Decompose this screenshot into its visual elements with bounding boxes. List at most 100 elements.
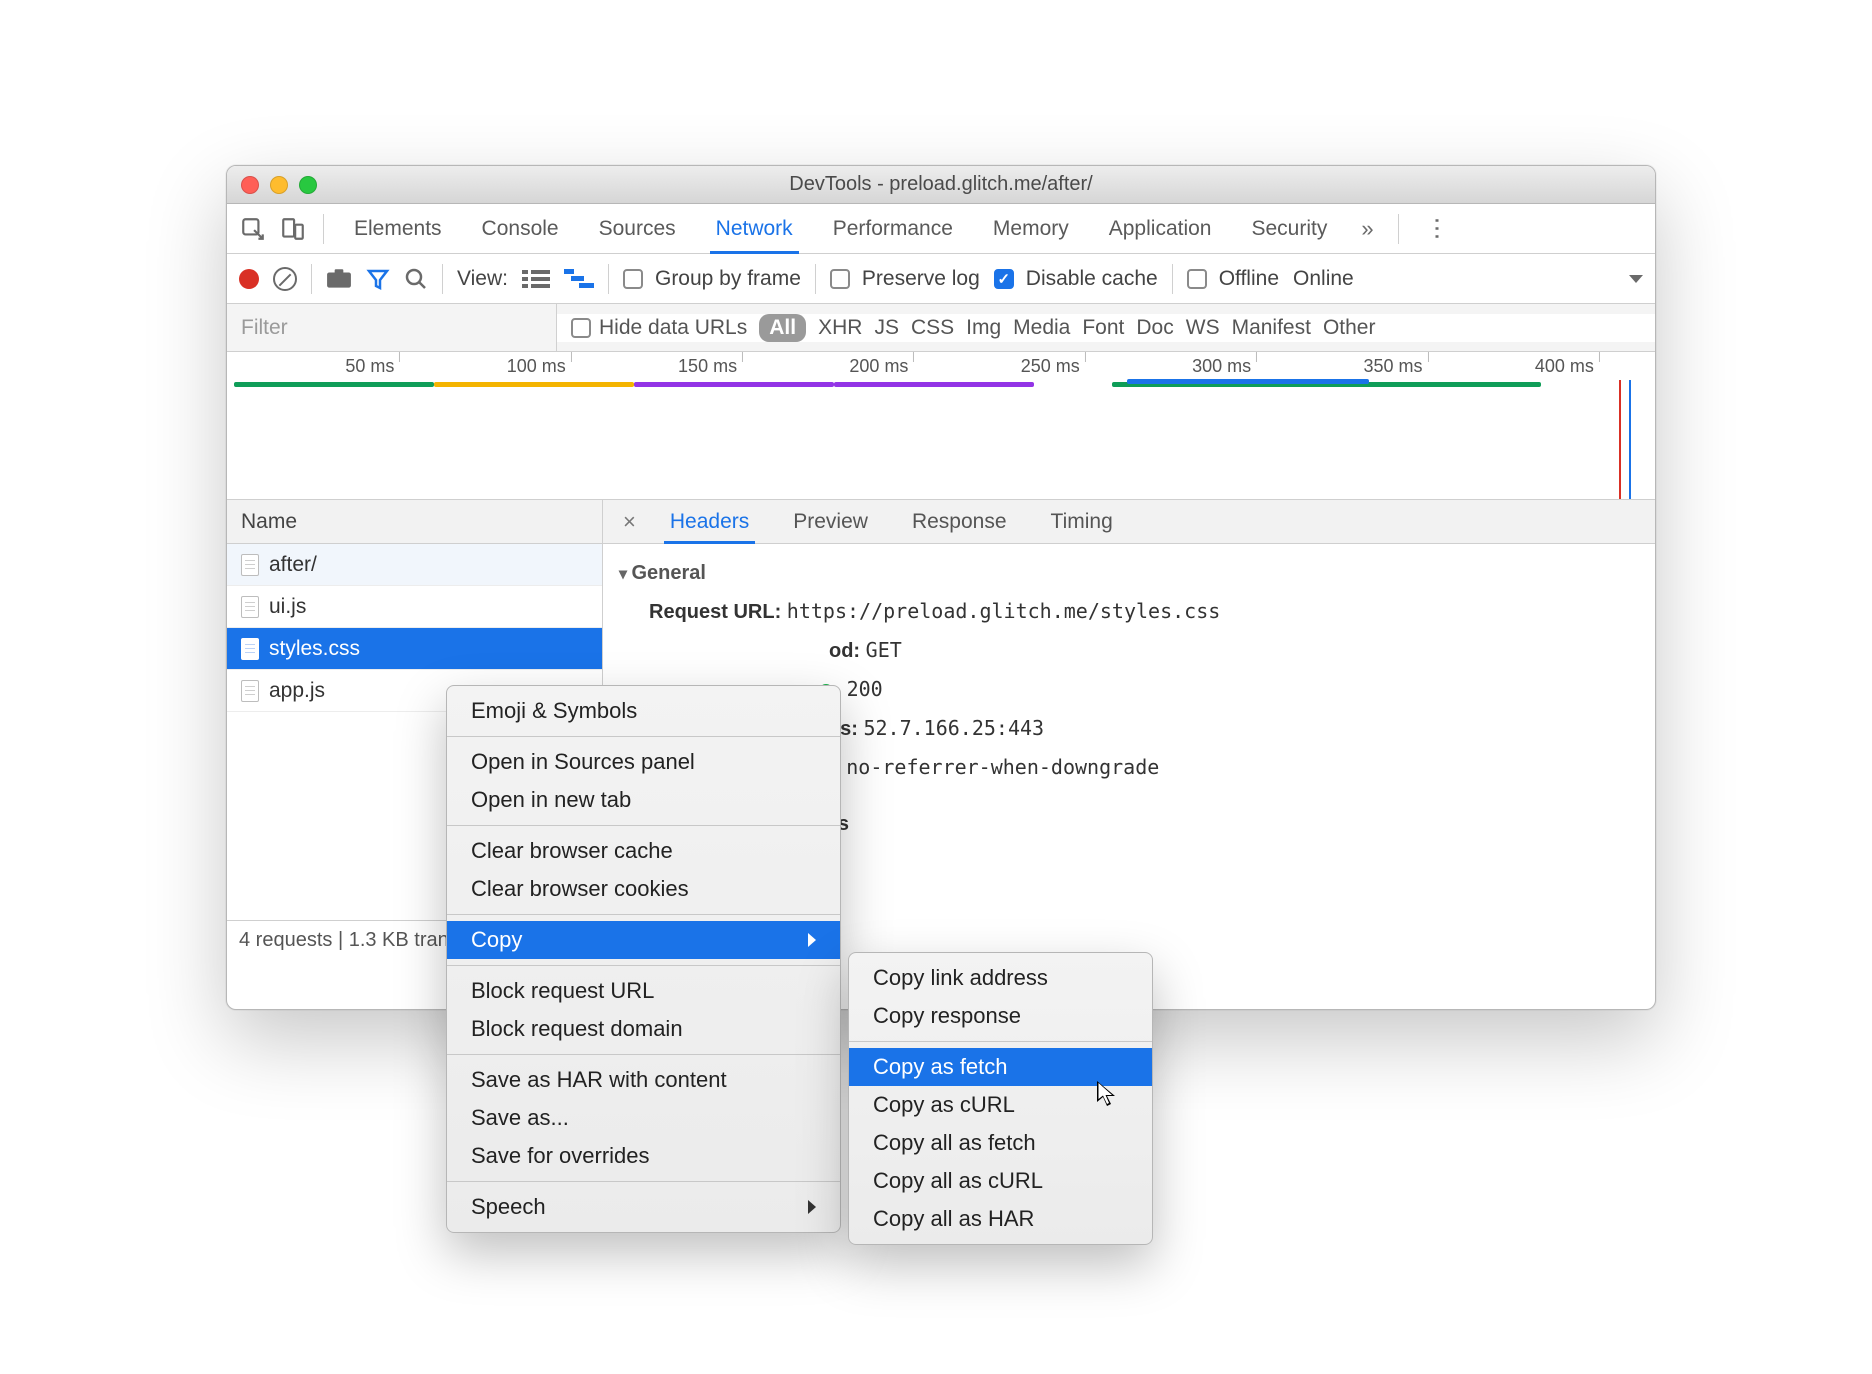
close-window-icon[interactable] xyxy=(241,176,259,194)
file-icon xyxy=(241,680,259,702)
filter-bar: Hide data URLs All XHR JS CSS Img Media … xyxy=(227,304,1655,352)
menu-item-open-new-tab[interactable]: Open in new tab xyxy=(447,781,840,819)
tick: 200 ms xyxy=(849,356,912,377)
detail-tab-preview[interactable]: Preview xyxy=(771,500,890,543)
tab-performance[interactable]: Performance xyxy=(813,204,973,253)
type-filter-xhr[interactable]: XHR xyxy=(818,316,862,340)
type-filter-other[interactable]: Other xyxy=(1323,316,1376,340)
request-name: ui.js xyxy=(269,595,306,619)
tick: 250 ms xyxy=(1021,356,1084,377)
search-icon[interactable] xyxy=(404,267,428,291)
menu-item-save-overrides[interactable]: Save for overrides xyxy=(447,1137,840,1175)
group-by-frame-checkbox[interactable]: Group by frame xyxy=(623,267,801,291)
menu-item-block-url[interactable]: Block request URL xyxy=(447,972,840,1010)
submenu-arrow-icon xyxy=(808,933,816,947)
hide-data-urls-checkbox[interactable]: Hide data URLs xyxy=(571,316,747,340)
submenu-item-copy-all-har[interactable]: Copy all as HAR xyxy=(849,1200,1152,1238)
type-filter-font[interactable]: Font xyxy=(1082,316,1124,340)
throttle-dropdown-icon[interactable] xyxy=(1629,275,1643,283)
detail-tab-timing[interactable]: Timing xyxy=(1029,500,1135,543)
submenu-item-copy-all-fetch[interactable]: Copy all as fetch xyxy=(849,1124,1152,1162)
value-method: GET xyxy=(866,638,902,662)
value-referrer: no-referrer-when-downgrade xyxy=(846,755,1159,779)
submenu-item-copy-response[interactable]: Copy response xyxy=(849,997,1152,1035)
domcontent-marker xyxy=(1629,380,1631,499)
tab-console[interactable]: Console xyxy=(462,204,579,253)
clear-icon[interactable] xyxy=(273,267,297,291)
tabs-overflow-icon[interactable]: » xyxy=(1347,216,1387,242)
tab-sources[interactable]: Sources xyxy=(579,204,696,253)
load-marker xyxy=(1619,380,1621,499)
request-row[interactable]: after/ xyxy=(227,544,602,586)
view-label: View: xyxy=(457,267,508,291)
tick: 100 ms xyxy=(507,356,570,377)
value-request-url: https://preload.glitch.me/styles.css xyxy=(787,599,1220,623)
type-filter-img[interactable]: Img xyxy=(966,316,1001,340)
menu-item-speech[interactable]: Speech xyxy=(447,1188,840,1226)
request-row[interactable]: styles.css xyxy=(227,628,602,670)
menu-item-emoji[interactable]: Emoji & Symbols xyxy=(447,692,840,730)
type-filter-all[interactable]: All xyxy=(759,314,806,342)
offline-checkbox[interactable]: Offline xyxy=(1187,267,1279,291)
context-menu[interactable]: Emoji & Symbols Open in Sources panel Op… xyxy=(446,685,841,1233)
type-filter-media[interactable]: Media xyxy=(1013,316,1070,340)
device-toolbar-icon[interactable] xyxy=(273,209,313,249)
label-request-url: Request URL: xyxy=(649,601,781,623)
menu-item-clear-cache[interactable]: Clear browser cache xyxy=(447,832,840,870)
tab-memory[interactable]: Memory xyxy=(973,204,1089,253)
tab-application[interactable]: Application xyxy=(1089,204,1232,253)
preserve-log-checkbox[interactable]: Preserve log xyxy=(830,267,980,291)
filter-icon[interactable] xyxy=(366,267,390,291)
menu-item-open-sources[interactable]: Open in Sources panel xyxy=(447,743,840,781)
file-icon xyxy=(241,554,259,576)
close-detail-icon[interactable]: × xyxy=(611,509,648,535)
request-name: styles.css xyxy=(269,637,360,661)
request-name: after/ xyxy=(269,553,317,577)
section-general[interactable]: General xyxy=(619,554,1639,592)
large-rows-icon[interactable] xyxy=(522,268,550,290)
menu-item-save-as[interactable]: Save as... xyxy=(447,1099,840,1137)
type-filter-ws[interactable]: WS xyxy=(1186,316,1220,340)
detail-tabs: × Headers Preview Response Timing xyxy=(603,500,1655,544)
tick: 300 ms xyxy=(1192,356,1255,377)
record-button[interactable] xyxy=(239,269,259,289)
throttle-label[interactable]: Online xyxy=(1293,267,1354,291)
type-filter-js[interactable]: JS xyxy=(874,316,899,340)
type-filter-css[interactable]: CSS xyxy=(911,316,954,340)
settings-menu-icon[interactable]: ⋯ xyxy=(1409,214,1465,243)
menu-item-block-domain[interactable]: Block request domain xyxy=(447,1010,840,1048)
type-filter-manifest[interactable]: Manifest xyxy=(1232,316,1311,340)
menu-item-copy[interactable]: Copy xyxy=(447,921,840,959)
menu-item-clear-cookies[interactable]: Clear browser cookies xyxy=(447,870,840,908)
tab-network[interactable]: Network xyxy=(696,204,813,253)
filter-input[interactable] xyxy=(227,304,557,351)
submenu-item-copy-link[interactable]: Copy link address xyxy=(849,959,1152,997)
devtools-window: DevTools - preload.glitch.me/after/ Elem… xyxy=(226,165,1656,1010)
screenshot-icon[interactable] xyxy=(326,269,352,289)
type-filter-doc[interactable]: Doc xyxy=(1136,316,1173,340)
tick: 50 ms xyxy=(345,356,398,377)
timeline-overview[interactable]: 50 ms 100 ms 150 ms 200 ms 250 ms 300 ms… xyxy=(227,352,1655,500)
menu-item-save-har[interactable]: Save as HAR with content xyxy=(447,1061,840,1099)
waterfall-icon[interactable] xyxy=(564,269,594,289)
minimize-window-icon[interactable] xyxy=(270,176,288,194)
submenu-item-copy-all-curl[interactable]: Copy all as cURL xyxy=(849,1162,1152,1200)
disable-cache-checkbox[interactable]: ✓Disable cache xyxy=(994,267,1158,291)
tab-security[interactable]: Security xyxy=(1231,204,1347,253)
request-row[interactable]: ui.js xyxy=(227,586,602,628)
detail-tab-headers[interactable]: Headers xyxy=(648,500,771,543)
value-status: 200 xyxy=(847,677,883,701)
submenu-arrow-icon xyxy=(808,1200,816,1214)
panel-tabs: Elements Console Sources Network Perform… xyxy=(227,204,1655,254)
window-controls[interactable] xyxy=(241,176,317,194)
label-method-fragment: od: xyxy=(829,640,860,662)
detail-tab-response[interactable]: Response xyxy=(890,500,1029,543)
inspect-element-icon[interactable] xyxy=(233,209,273,249)
tab-elements[interactable]: Elements xyxy=(334,204,462,253)
column-header-name[interactable]: Name xyxy=(227,500,602,544)
tick: 150 ms xyxy=(678,356,741,377)
tick: 350 ms xyxy=(1363,356,1426,377)
value-remote: 52.7.166.25:443 xyxy=(863,716,1044,740)
titlebar: DevTools - preload.glitch.me/after/ xyxy=(227,166,1655,204)
zoom-window-icon[interactable] xyxy=(299,176,317,194)
